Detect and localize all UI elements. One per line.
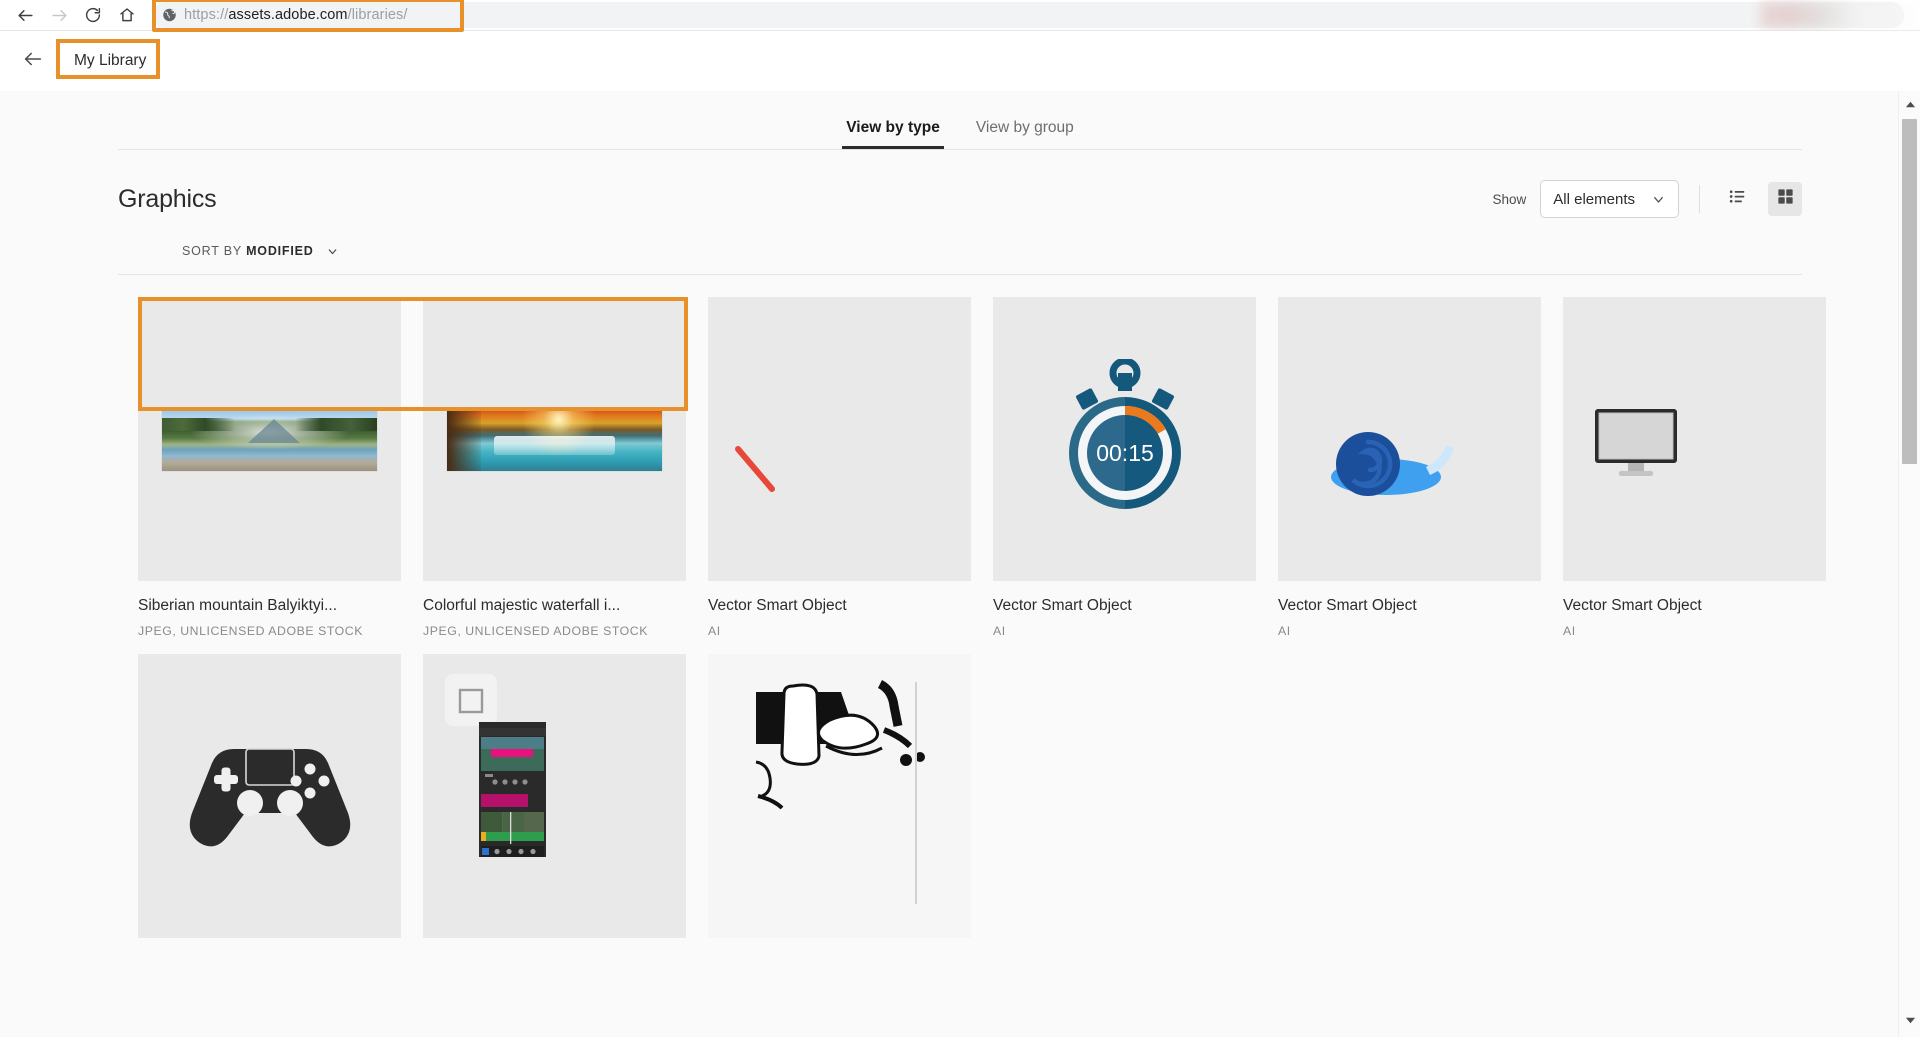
url-path: /libraries/ <box>347 7 408 23</box>
red-diagonal-line-icon <box>735 446 775 492</box>
chevron-down-icon <box>1651 192 1666 207</box>
show-label: Show <box>1492 191 1527 207</box>
asset-card[interactable] <box>708 654 993 963</box>
asset-card[interactable]: Vector Smart Object AI <box>1278 297 1563 638</box>
asset-thumbnail[interactable] <box>138 297 401 581</box>
redacted-profile-area <box>1760 2 1920 28</box>
library-title[interactable]: My Library <box>64 46 157 76</box>
chevron-down-icon <box>326 245 339 258</box>
alpine-river-image <box>162 407 377 471</box>
library-breadcrumb[interactable]: My Library <box>56 39 160 79</box>
scrollbar-thumb[interactable] <box>1902 119 1917 464</box>
scroll-up-button[interactable] <box>1899 96 1920 116</box>
asset-thumbnail[interactable] <box>708 297 971 581</box>
asset-grid: Siberian mountain Balyiktyi... JPEG, UNL… <box>0 275 1920 979</box>
asset-meta: JPEG, UNLICENSED ADOBE STOCK <box>423 624 648 638</box>
page-title: Graphics <box>118 184 217 213</box>
sketch-lineart-icon <box>708 654 971 938</box>
asset-thumbnail[interactable] <box>1563 297 1826 581</box>
arrow-left-icon <box>22 48 44 75</box>
url-scheme: https:// <box>184 7 229 23</box>
asset-card[interactable] <box>138 654 423 963</box>
asset-title: Vector Smart Object <box>1563 597 1702 614</box>
tab-view-by-group[interactable]: View by group <box>976 119 1074 149</box>
scroll-down-button[interactable] <box>1899 1012 1920 1032</box>
asset-card[interactable]: Siberian mountain Balyiktyi... JPEG, UNL… <box>138 297 423 638</box>
element-filter-select[interactable]: All elements <box>1540 180 1679 218</box>
asset-thumbnail[interactable] <box>423 297 686 581</box>
reload-icon <box>84 6 102 24</box>
sort-value: MODIFIED <box>246 243 314 258</box>
browser-toolbar: https://assets.adobe.com/libraries/ <box>0 0 1920 32</box>
view-tabs: View by type View by group <box>0 91 1920 149</box>
game-controller-icon <box>189 748 350 847</box>
home-icon <box>118 6 136 24</box>
autumn-waterfall-image <box>447 407 662 471</box>
caret-down-icon <box>1905 1013 1916 1031</box>
asset-thumbnail[interactable] <box>708 654 971 938</box>
asset-thumbnail[interactable] <box>423 654 686 938</box>
computer-monitor-icon <box>1595 409 1677 476</box>
asset-thumbnail[interactable]: 00:15 <box>993 297 1256 581</box>
globe-icon <box>162 8 177 23</box>
asset-meta: AI <box>993 624 1006 638</box>
asset-title: Vector Smart Object <box>993 597 1132 614</box>
section-header: Graphics Show All elements <box>0 150 1920 220</box>
blue-snail-icon <box>1331 432 1454 496</box>
grid-view-icon <box>1776 187 1795 211</box>
sort-row: SORT BY MODIFIED <box>0 220 1920 266</box>
asset-title: Colorful majestic waterfall i... <box>423 597 621 614</box>
asset-title: Siberian mountain Balyiktyi... <box>138 597 338 614</box>
asset-meta: JPEG, UNLICENSED ADOBE STOCK <box>138 624 363 638</box>
grid-view-button[interactable] <box>1768 182 1802 216</box>
page-scrollbar[interactable] <box>1898 91 1920 1037</box>
list-view-icon <box>1728 187 1747 211</box>
section-controls: Show All elements <box>1493 180 1802 218</box>
list-view-button[interactable] <box>1720 182 1754 216</box>
asset-meta: AI <box>1278 624 1291 638</box>
arrow-right-icon <box>50 6 69 25</box>
asset-card[interactable] <box>423 654 708 963</box>
url-host: assets.adobe.com <box>228 7 348 23</box>
asset-card[interactable]: Vector Smart Object AI <box>1563 297 1848 638</box>
browser-reload-button[interactable] <box>76 1 110 29</box>
asset-card[interactable]: 00:15 Vector Smart Object AI <box>993 297 1278 638</box>
asset-card[interactable]: Vector Smart Object AI <box>708 297 993 638</box>
browser-forward-button[interactable] <box>42 1 76 29</box>
asset-title: Vector Smart Object <box>708 597 847 614</box>
asset-meta: AI <box>708 624 721 638</box>
sort-prefix: SORT BY <box>182 243 242 258</box>
caret-up-icon <box>1905 97 1916 115</box>
url-text: https://assets.adobe.com/libraries/ <box>184 7 408 23</box>
tab-view-by-type[interactable]: View by type <box>842 119 944 149</box>
app-header: My Library <box>0 31 1920 91</box>
asset-thumbnail[interactable] <box>1278 297 1541 581</box>
control-divider <box>1699 185 1700 213</box>
browser-home-button[interactable] <box>110 1 144 29</box>
phone-video-editor-icon <box>445 674 546 857</box>
library-page: View by type View by group Graphics Show… <box>0 91 1920 1037</box>
app-back-button[interactable] <box>16 44 50 78</box>
browser-back-button[interactable] <box>8 1 42 29</box>
element-filter-value: All elements <box>1553 190 1635 208</box>
asset-title: Vector Smart Object <box>1278 597 1417 614</box>
arrow-left-icon <box>16 6 35 25</box>
asset-card[interactable]: Colorful majestic waterfall i... JPEG, U… <box>423 297 708 638</box>
asset-meta: AI <box>1563 624 1576 638</box>
sort-control[interactable]: SORT BY MODIFIED <box>182 244 339 258</box>
asset-thumbnail[interactable] <box>138 654 401 938</box>
stopwatch-time: 00:15 <box>1096 440 1154 466</box>
url-field[interactable]: https://assets.adobe.com/libraries/ <box>152 2 1904 28</box>
address-bar[interactable]: https://assets.adobe.com/libraries/ <box>152 0 1904 32</box>
stopwatch-icon: 00:15 <box>1068 359 1181 509</box>
